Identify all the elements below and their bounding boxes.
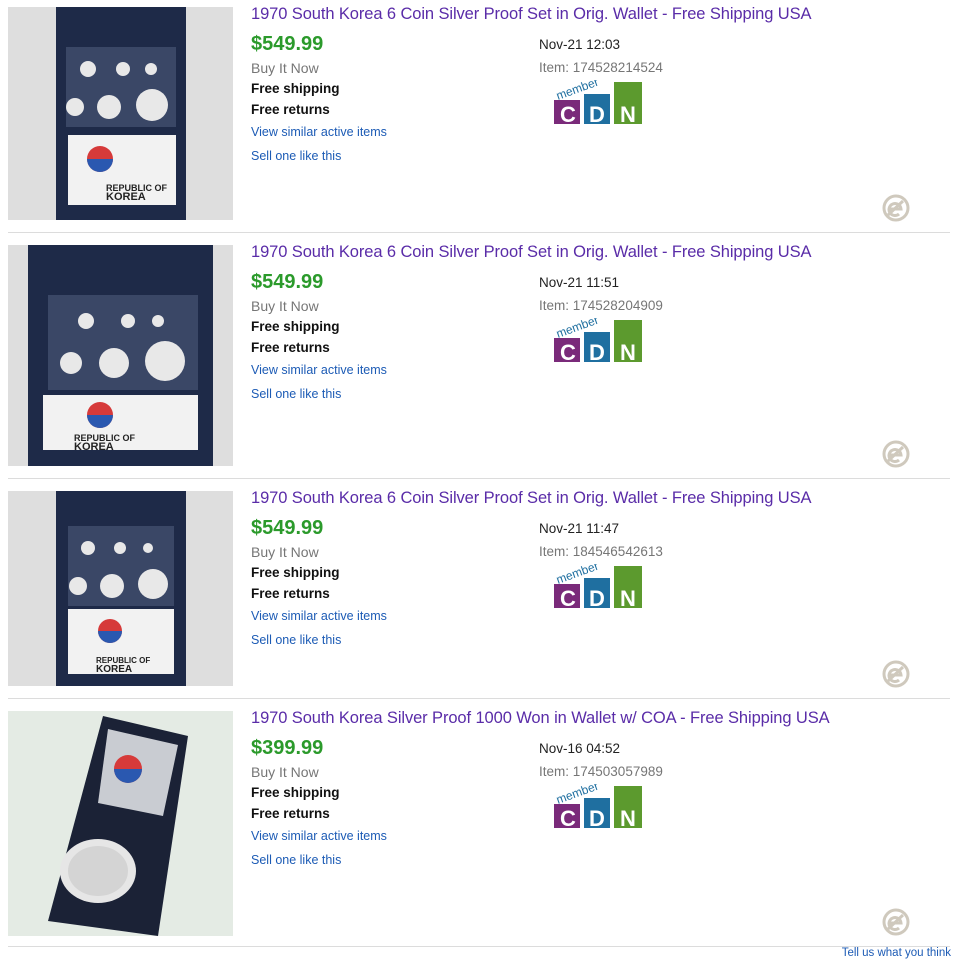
- item-number: Item: 174528214524: [539, 60, 663, 75]
- badge-letter-c: C: [560, 806, 576, 830]
- listing-title-link[interactable]: 1970 South Korea 6 Coin Silver Proof Set…: [251, 243, 812, 262]
- badge-letter-d: D: [589, 340, 605, 364]
- row-divider: [8, 698, 950, 699]
- badge-letter-n: N: [620, 806, 636, 830]
- item-thumbnail[interactable]: [8, 711, 233, 936]
- badge-letter-n: N: [620, 586, 636, 610]
- row-divider: [8, 232, 950, 233]
- returns-label: Free returns: [251, 586, 330, 601]
- sell-one-like-this-link[interactable]: Sell one like this: [251, 633, 341, 647]
- ebay-e-icon[interactable]: [882, 660, 910, 688]
- badge-letter-n: N: [620, 102, 636, 126]
- returns-label: Free returns: [251, 102, 330, 117]
- cdn-member-badge: member C D N: [554, 80, 642, 126]
- badge-letter-c: C: [560, 102, 576, 126]
- shipping-label: Free shipping: [251, 785, 340, 800]
- thumb-country-line2: KOREA: [106, 191, 146, 203]
- listing-price: $399.99: [251, 737, 324, 759]
- shipping-label: Free shipping: [251, 319, 340, 334]
- listing-format: Buy It Now: [251, 60, 319, 76]
- sell-one-like-this-link[interactable]: Sell one like this: [251, 853, 341, 867]
- tell-us-what-you-think-link[interactable]: Tell us what you think: [842, 947, 951, 959]
- item-thumbnail[interactable]: REPUBLIC OF KOREA: [8, 7, 233, 220]
- item-number: Item: 174528204909: [539, 298, 663, 313]
- thumb-country-line2: KOREA: [74, 441, 114, 453]
- thumb-country-line2: KOREA: [96, 664, 132, 675]
- listing-title-link[interactable]: 1970 South Korea Silver Proof 1000 Won i…: [251, 709, 830, 728]
- badge-letter-d: D: [589, 102, 605, 126]
- listing-price: $549.99: [251, 33, 324, 55]
- listing-end-date: Nov-21 12:03: [539, 37, 621, 52]
- listing-format: Buy It Now: [251, 298, 319, 314]
- row-divider: [8, 946, 950, 947]
- cdn-member-badge: member C D N: [554, 784, 642, 830]
- badge-letter-c: C: [560, 340, 576, 364]
- row-divider: [8, 478, 950, 479]
- badge-letter-d: D: [589, 806, 605, 830]
- badge-letter-n: N: [620, 340, 636, 364]
- listing-format: Buy It Now: [251, 764, 319, 780]
- listing-format: Buy It Now: [251, 544, 319, 560]
- shipping-label: Free shipping: [251, 565, 340, 580]
- returns-label: Free returns: [251, 340, 330, 355]
- ebay-e-icon[interactable]: [882, 194, 910, 222]
- listing-end-date: Nov-16 04:52: [539, 741, 621, 756]
- listing-end-date: Nov-21 11:47: [539, 521, 620, 536]
- item-number: Item: 174503057989: [539, 764, 663, 779]
- listing-row: REPUBLIC OF KOREA 1970 South Korea 6 Coi…: [0, 238, 961, 479]
- view-similar-link[interactable]: View similar active items: [251, 829, 387, 843]
- listing-title-link[interactable]: 1970 South Korea 6 Coin Silver Proof Set…: [251, 489, 812, 508]
- badge-letter-c: C: [560, 586, 576, 610]
- listing-row: REPUBLIC OF KOREA 1970 South Korea 6 Coi…: [0, 0, 961, 233]
- view-similar-link[interactable]: View similar active items: [251, 609, 387, 623]
- listing-end-date: Nov-21 11:51: [539, 275, 620, 290]
- ebay-e-icon[interactable]: [882, 440, 910, 468]
- item-number: Item: 184546542613: [539, 544, 663, 559]
- cdn-member-badge: member C D N: [554, 564, 642, 610]
- badge-letter-d: D: [589, 586, 605, 610]
- listing-title-link[interactable]: 1970 South Korea 6 Coin Silver Proof Set…: [251, 5, 812, 24]
- sell-one-like-this-link[interactable]: Sell one like this: [251, 149, 341, 163]
- listing-price: $549.99: [251, 271, 324, 293]
- ebay-e-icon[interactable]: [882, 908, 910, 936]
- view-similar-link[interactable]: View similar active items: [251, 125, 387, 139]
- sell-one-like-this-link[interactable]: Sell one like this: [251, 387, 341, 401]
- listing-row: REPUBLIC OF KOREA 1970 South Korea 6 Coi…: [0, 484, 961, 699]
- item-thumbnail[interactable]: REPUBLIC OF KOREA: [8, 491, 233, 686]
- listing-price: $549.99: [251, 517, 324, 539]
- cdn-member-badge: member C D N: [554, 318, 642, 364]
- listing-row: 1970 South Korea Silver Proof 1000 Won i…: [0, 704, 961, 947]
- returns-label: Free returns: [251, 806, 330, 821]
- shipping-label: Free shipping: [251, 81, 340, 96]
- view-similar-link[interactable]: View similar active items: [251, 363, 387, 377]
- item-thumbnail[interactable]: REPUBLIC OF KOREA: [8, 245, 233, 466]
